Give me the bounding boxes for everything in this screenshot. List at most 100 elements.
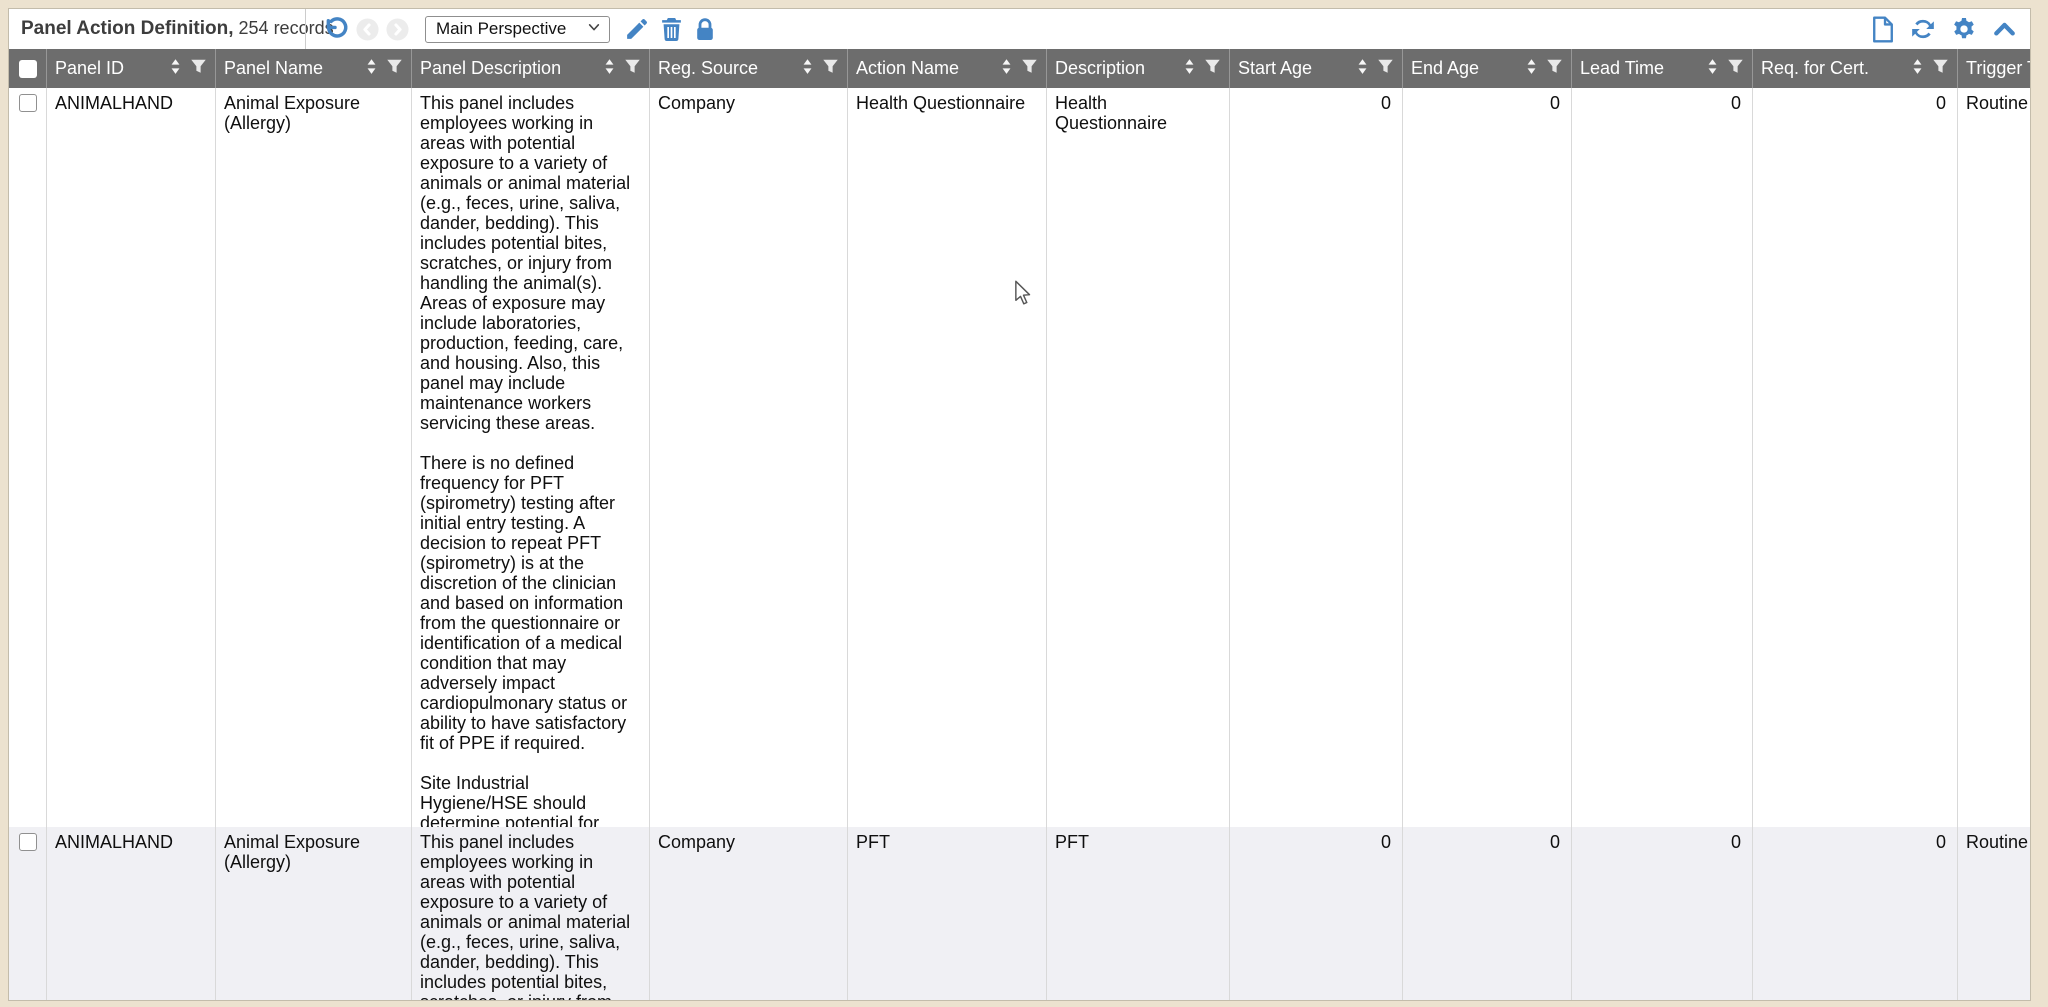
column-header-label: Panel ID	[55, 58, 125, 78]
gear-icon	[1951, 16, 1977, 42]
record-count: 254 records	[238, 18, 334, 38]
column-header-reg_source[interactable]: Reg. Source	[650, 49, 848, 88]
sort-icon[interactable]	[1182, 58, 1197, 80]
cell-trigger_type: Routine	[1958, 88, 2030, 827]
column-header-label: Panel Name	[224, 58, 324, 78]
filter-icon[interactable]	[1932, 58, 1949, 80]
sort-icon[interactable]	[1910, 58, 1925, 80]
cell-reg_source: Company	[650, 827, 848, 1000]
filter-icon[interactable]	[386, 58, 403, 80]
column-header-lead_time[interactable]: Lead Time	[1572, 49, 1753, 88]
sort-icon[interactable]	[1524, 58, 1539, 80]
chevron-right-icon	[386, 17, 409, 41]
cell-start_age: 0	[1230, 88, 1403, 827]
sort-icon[interactable]	[1355, 58, 1370, 80]
column-header-label: End Age	[1411, 58, 1480, 78]
chevron-down-icon	[587, 19, 601, 39]
cell-action_name: Health Questionnaire	[848, 88, 1047, 827]
row-select-cell	[9, 827, 47, 1000]
toolbar-divider	[305, 9, 306, 49]
column-header-panel_id[interactable]: Panel ID	[47, 49, 216, 88]
new-record-button[interactable]	[1871, 16, 1895, 43]
select-all-checkbox[interactable]	[18, 59, 37, 78]
settings-button[interactable]	[1951, 16, 1977, 42]
column-header-label: Req. for Cert.	[1761, 58, 1870, 78]
data-grid: Panel ID Panel Name Panel Description Reg. …	[9, 49, 2030, 1000]
column-header-trigger_type[interactable]: Trigger Type	[1958, 49, 2030, 88]
edit-button[interactable]	[624, 17, 649, 42]
column-header-req_for_cert[interactable]: Req. for Cert.	[1753, 49, 1958, 88]
cell-start_age: 0	[1230, 827, 1403, 1000]
cell-panel_description: This panel includes employees working in…	[412, 827, 650, 1000]
filter-icon[interactable]	[1021, 58, 1038, 80]
grid-body: ANIMALHAND Animal Exposure (Allergy) This …	[9, 88, 2030, 1000]
filter-icon[interactable]	[190, 58, 207, 80]
refresh-button[interactable]	[1909, 16, 1937, 42]
lock-icon	[694, 17, 716, 42]
sort-icon[interactable]	[168, 58, 183, 80]
filter-icon[interactable]	[624, 58, 641, 80]
cell-req_for_cert: 0	[1753, 827, 1958, 1000]
row-checkbox[interactable]	[18, 94, 37, 112]
filter-icon[interactable]	[1377, 58, 1394, 80]
cell-end_age: 0	[1403, 827, 1572, 1000]
undo-button[interactable]	[322, 16, 349, 43]
cell-panel_name: Animal Exposure (Allergy)	[216, 88, 412, 827]
column-header-label: Action Name	[856, 58, 960, 78]
previous-button[interactable]	[356, 17, 379, 41]
select-all-header-cell[interactable]	[9, 49, 47, 88]
perspective-select-value: Main Perspective	[436, 19, 567, 38]
column-header-end_age[interactable]: End Age	[1403, 49, 1572, 88]
cell-trigger_type: Routine	[1958, 827, 2030, 1000]
row-checkbox[interactable]	[18, 833, 37, 851]
filter-icon[interactable]	[1546, 58, 1563, 80]
column-header-label: Panel Description	[420, 58, 562, 78]
cell-req_for_cert: 0	[1753, 88, 1958, 827]
trash-icon	[660, 17, 683, 42]
grid-header-row: Panel ID Panel Name Panel Description Reg. …	[9, 49, 2030, 88]
filter-icon[interactable]	[822, 58, 839, 80]
delete-button[interactable]	[660, 17, 683, 42]
table-row[interactable]: ANIMALHAND Animal Exposure (Allergy) This …	[9, 88, 2030, 827]
next-button[interactable]	[386, 17, 409, 41]
sort-icon[interactable]	[1705, 58, 1720, 80]
sort-icon[interactable]	[602, 58, 617, 80]
app-window: Panel Action Definition, 254 records Main…	[8, 8, 2031, 1001]
cell-panel_name: Animal Exposure (Allergy)	[216, 827, 412, 1000]
cell-lead_time: 0	[1572, 827, 1753, 1000]
filter-icon[interactable]	[1204, 58, 1221, 80]
collapse-button[interactable]	[1991, 17, 2018, 41]
sort-icon[interactable]	[800, 58, 815, 80]
column-header-panel_description[interactable]: Panel Description	[412, 49, 650, 88]
column-header-start_age[interactable]: Start Age	[1230, 49, 1403, 88]
page-title: Panel Action Definition, 254 records	[9, 18, 334, 40]
column-header-action_name[interactable]: Action Name	[848, 49, 1047, 88]
refresh-icon	[1909, 16, 1937, 42]
new-document-icon	[1871, 16, 1895, 43]
column-header-label: Trigger Type	[1966, 58, 2030, 78]
cell-lead_time: 0	[1572, 88, 1753, 827]
row-select-cell	[9, 88, 47, 827]
toolbar: Panel Action Definition, 254 records Main…	[9, 9, 2030, 49]
table-row[interactable]: ANIMALHAND Animal Exposure (Allergy) This …	[9, 827, 2030, 1000]
column-header-description[interactable]: Description	[1047, 49, 1230, 88]
page-title-text: Panel Action Definition,	[21, 18, 234, 39]
column-header-panel_name[interactable]: Panel Name	[216, 49, 412, 88]
cell-reg_source: Company	[650, 88, 848, 827]
cell-description: Health Questionnaire	[1047, 88, 1230, 827]
column-header-label: Lead Time	[1580, 58, 1665, 78]
sort-icon[interactable]	[999, 58, 1014, 80]
chevron-left-icon	[356, 17, 379, 41]
column-header-label: Reg. Source	[658, 58, 759, 78]
lock-button[interactable]	[694, 17, 716, 42]
filter-icon[interactable]	[1727, 58, 1744, 80]
cell-end_age: 0	[1403, 88, 1572, 827]
undo-icon	[322, 16, 349, 43]
sort-icon[interactable]	[364, 58, 379, 80]
perspective-select[interactable]: Main Perspective	[425, 15, 610, 43]
cell-panel_description: This panel includes employees working in…	[412, 88, 650, 827]
cell-description: PFT	[1047, 827, 1230, 1000]
column-header-label: Start Age	[1238, 58, 1313, 78]
cell-action_name: PFT	[848, 827, 1047, 1000]
pencil-icon	[624, 17, 649, 42]
